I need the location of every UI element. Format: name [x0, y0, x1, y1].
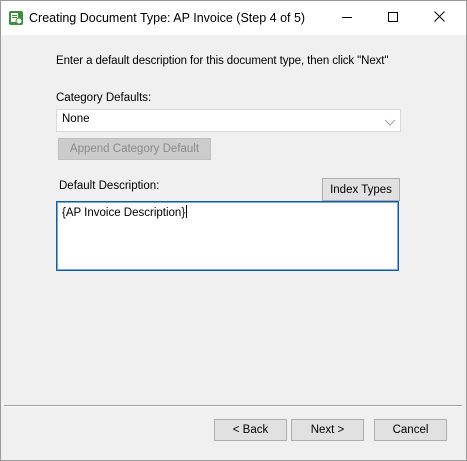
close-icon [433, 11, 445, 25]
maximize-button[interactable] [370, 1, 416, 35]
wizard-dialog: Creating Document Type: AP Invoice (Step… [0, 0, 467, 461]
maximize-icon [388, 11, 398, 25]
title-bar[interactable]: Creating Document Type: AP Invoice (Step… [1, 1, 466, 35]
window-title: Creating Document Type: AP Invoice (Step… [29, 11, 306, 25]
next-button[interactable]: Next > [291, 419, 364, 441]
cancel-button[interactable]: Cancel [374, 419, 447, 441]
category-defaults-dropdown[interactable]: None [56, 109, 401, 132]
index-types-button[interactable]: Index Types [322, 178, 400, 201]
default-description-textarea[interactable]: {AP Invoice Description} [56, 201, 399, 271]
instruction-text: Enter a default description for this doc… [56, 55, 389, 67]
footer-divider [4, 405, 462, 407]
default-description-label: Default Description: [59, 180, 160, 192]
default-description-value: {AP Invoice Description} [62, 207, 186, 219]
minimize-button[interactable] [324, 1, 370, 35]
document-type-app-icon [8, 10, 24, 26]
append-category-default-button[interactable]: Append Category Default [58, 138, 211, 160]
chevron-down-icon [384, 116, 396, 126]
category-defaults-label: Category Defaults: [56, 92, 152, 104]
back-button[interactable]: < Back [214, 419, 287, 441]
category-defaults-value: None [62, 113, 90, 125]
minimize-icon [342, 11, 352, 25]
close-button[interactable] [416, 1, 462, 35]
text-caret [186, 205, 188, 218]
